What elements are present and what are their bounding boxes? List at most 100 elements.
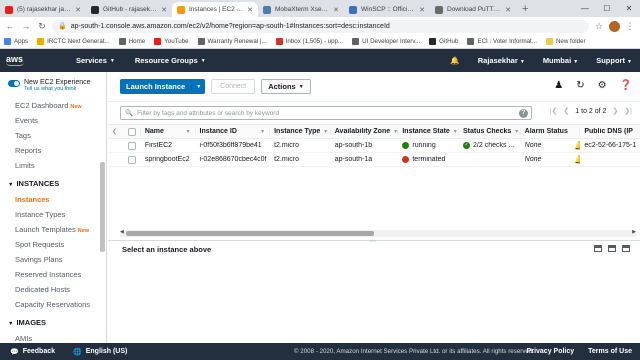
browser-tab[interactable]: Instances | EC2 Man ✕ <box>172 2 258 17</box>
last-page-icon[interactable]: ❯| <box>624 107 632 115</box>
scrollbar-thumb[interactable] <box>126 231 374 236</box>
bookmark-item[interactable]: YouTube <box>154 38 189 45</box>
browser-tab[interactable]: MobaXterm Xserver ✕ <box>258 2 344 17</box>
launch-instance-button[interactable]: Launch Instance ▼ <box>120 79 206 94</box>
table-horizontal-scrollbar[interactable]: ◀ ▶ <box>120 229 636 237</box>
bookmark-item[interactable]: Inbox (1,505) - upp... <box>275 38 343 45</box>
sidebar-item-reports[interactable]: Reports <box>0 143 106 158</box>
checks-text[interactable]: 2/2 checks ... <box>473 142 514 149</box>
row-checkbox[interactable] <box>124 155 141 164</box>
sidebar-item-ec2-dashboard[interactable]: EC2 Dashboard New <box>0 98 106 113</box>
table-row[interactable]: FirstEC2 i-0f50f3b6ff879be41 t2.micro ap-so… <box>108 139 640 153</box>
bookmark-item[interactable]: Apps <box>4 38 28 45</box>
close-window-icon[interactable]: ✕ <box>618 0 640 17</box>
person-icon[interactable]: ♟ <box>554 80 563 91</box>
sidebar-item-limits[interactable]: Limits <box>0 158 106 173</box>
browser-tab[interactable]: Download PuTTY: la ✕ <box>430 2 516 17</box>
collapse-icon[interactable]: ❮ <box>108 128 124 135</box>
support-menu[interactable]: Support ▼ <box>596 56 632 65</box>
actions-button[interactable]: Actions ▼ <box>261 79 311 94</box>
gear-icon[interactable]: ⚙ <box>598 80 607 91</box>
tab-close-icon[interactable]: ✕ <box>419 6 425 14</box>
forward-icon[interactable]: → <box>20 21 32 31</box>
user-menu[interactable]: Rajasekhar ▼ <box>478 56 525 65</box>
col-name[interactable]: Name ▼ <box>141 128 196 135</box>
address-bar[interactable]: 🔒 ap-south-1.console.aws.amazon.com/ec2/… <box>52 19 589 33</box>
bookmark-item[interactable]: GitHub <box>429 38 458 45</box>
refresh-icon[interactable]: ↻ <box>576 80 584 91</box>
scroll-right-icon[interactable]: ▶ <box>632 229 636 235</box>
first-page-icon[interactable]: |❮ <box>550 107 558 115</box>
sidebar-item-reserved-instances[interactable]: Reserved Instances <box>0 267 106 282</box>
sidebar-scrollbar[interactable] <box>100 162 105 252</box>
privacy-policy-link[interactable]: Privacy Policy <box>527 348 574 355</box>
select-all-checkbox[interactable] <box>124 127 141 136</box>
sidebar-item-instances[interactable]: Instances <box>0 192 106 207</box>
maximize-icon[interactable]: ☐ <box>596 0 618 17</box>
sidebar-item-amis[interactable]: AMIs <box>0 331 106 343</box>
star-icon[interactable]: ☆ <box>593 21 605 32</box>
bookmark-item[interactable]: Warranty Renewal |... <box>197 38 267 45</box>
browser-tab[interactable]: GitHub - rajasekhar ✕ <box>86 2 172 17</box>
services-menu[interactable]: Services ▼ <box>76 56 115 65</box>
bookmark-item[interactable]: Home <box>118 38 145 45</box>
minimize-icon[interactable]: — <box>574 0 596 17</box>
bookmark-item[interactable]: New folder <box>545 38 586 45</box>
bookmark-item[interactable]: ECI : Voter Informat... <box>467 38 537 45</box>
col-public-dns[interactable]: Public DNS (IP <box>580 128 640 135</box>
sidebar-item-tags[interactable]: Tags <box>0 128 106 143</box>
tab-close-icon[interactable]: ✕ <box>333 6 339 14</box>
panel-bottom-icon[interactable] <box>594 245 602 252</box>
panel-side-icon[interactable] <box>622 245 630 252</box>
resize-handle-icon[interactable]: ⋯ <box>370 238 376 245</box>
new-experience-toggle[interactable] <box>8 80 20 87</box>
tab-close-icon[interactable]: ✕ <box>161 6 167 14</box>
col-availability-zone[interactable]: Availability Zone ▼ <box>331 128 399 135</box>
next-page-icon[interactable]: ❯ <box>612 107 618 115</box>
new-tab-icon[interactable]: + <box>516 2 534 17</box>
images-section-header[interactable]: ▼ IMAGES <box>0 315 106 331</box>
col-status-checks[interactable]: Status Checks ▼ <box>459 128 521 135</box>
tab-close-icon[interactable]: ✕ <box>505 6 511 14</box>
tab-close-icon[interactable]: ✕ <box>75 6 81 14</box>
bell-icon[interactable]: 🔔 <box>450 56 459 65</box>
browser-tab[interactable]: (5) rajasekhar java - ✕ <box>0 2 86 17</box>
tab-close-icon[interactable]: ✕ <box>247 6 253 14</box>
instances-section-header[interactable]: ▼ INSTANCES <box>0 176 106 192</box>
reload-icon[interactable]: ↻ <box>36 21 48 32</box>
col-instance-state[interactable]: Instance State ▼ <box>398 128 460 135</box>
table-row[interactable]: springbootEc2 i-02e868670cbec4c0f t2.micro… <box>108 153 640 167</box>
terms-of-use-link[interactable]: Terms of Use <box>588 348 632 355</box>
browser-menu-icon[interactable]: ⋮ <box>624 21 636 32</box>
connect-button[interactable]: Connect <box>211 79 256 94</box>
sidebar-item-savings-plans[interactable]: Savings Plans <box>0 252 106 267</box>
experience-feedback-link[interactable]: Tell us what you think <box>24 86 91 92</box>
sidebar-item-dedicated-hosts[interactable]: Dedicated Hosts <box>0 282 106 297</box>
col-instance-id[interactable]: Instance ID ▼ <box>196 128 271 135</box>
bookmark-item[interactable]: UI Developer Interv... <box>352 38 420 45</box>
prev-page-icon[interactable]: ❮ <box>563 107 569 115</box>
help-icon[interactable]: ❓ <box>620 80 632 91</box>
sidebar-item-capacity-reservations[interactable]: Capacity Reservations <box>0 297 106 312</box>
resource-groups-menu[interactable]: Resource Groups ▼ <box>135 56 206 65</box>
sidebar-item-instance-types[interactable]: Instance Types <box>0 207 106 222</box>
region-menu[interactable]: Mumbai ▼ <box>543 56 578 65</box>
bookmark-item[interactable]: IRCTC Next Generat... <box>37 38 110 45</box>
language-selector[interactable]: 🌐 English (US) <box>73 348 127 356</box>
row-checkbox[interactable] <box>124 141 141 150</box>
instance-filter-input[interactable]: 🔍 Filter by tags and attributes or searc… <box>120 106 532 120</box>
aws-logo[interactable]: aws <box>0 55 40 66</box>
sidebar-item-events[interactable]: Events <box>0 113 106 128</box>
sidebar-item-spot-requests[interactable]: Spot Requests <box>0 237 106 252</box>
browser-tab[interactable]: WinSCP :: Official Si ✕ <box>344 2 430 17</box>
alarm-bell-icon[interactable]: 🔔 <box>574 155 580 164</box>
chevron-down-icon[interactable]: ▼ <box>191 83 205 90</box>
feedback-link[interactable]: 💬 Feedback <box>0 348 55 356</box>
scroll-left-icon[interactable]: ◀ <box>120 229 124 235</box>
col-alarm-status[interactable]: Alarm Status <box>521 128 581 135</box>
sidebar-item-launch-templates[interactable]: Launch Templates New <box>0 222 106 237</box>
col-instance-type[interactable]: Instance Type ▼ <box>270 128 331 135</box>
avatar[interactable] <box>609 20 620 32</box>
back-icon[interactable]: ← <box>4 21 16 31</box>
panel-full-icon[interactable] <box>608 245 616 252</box>
